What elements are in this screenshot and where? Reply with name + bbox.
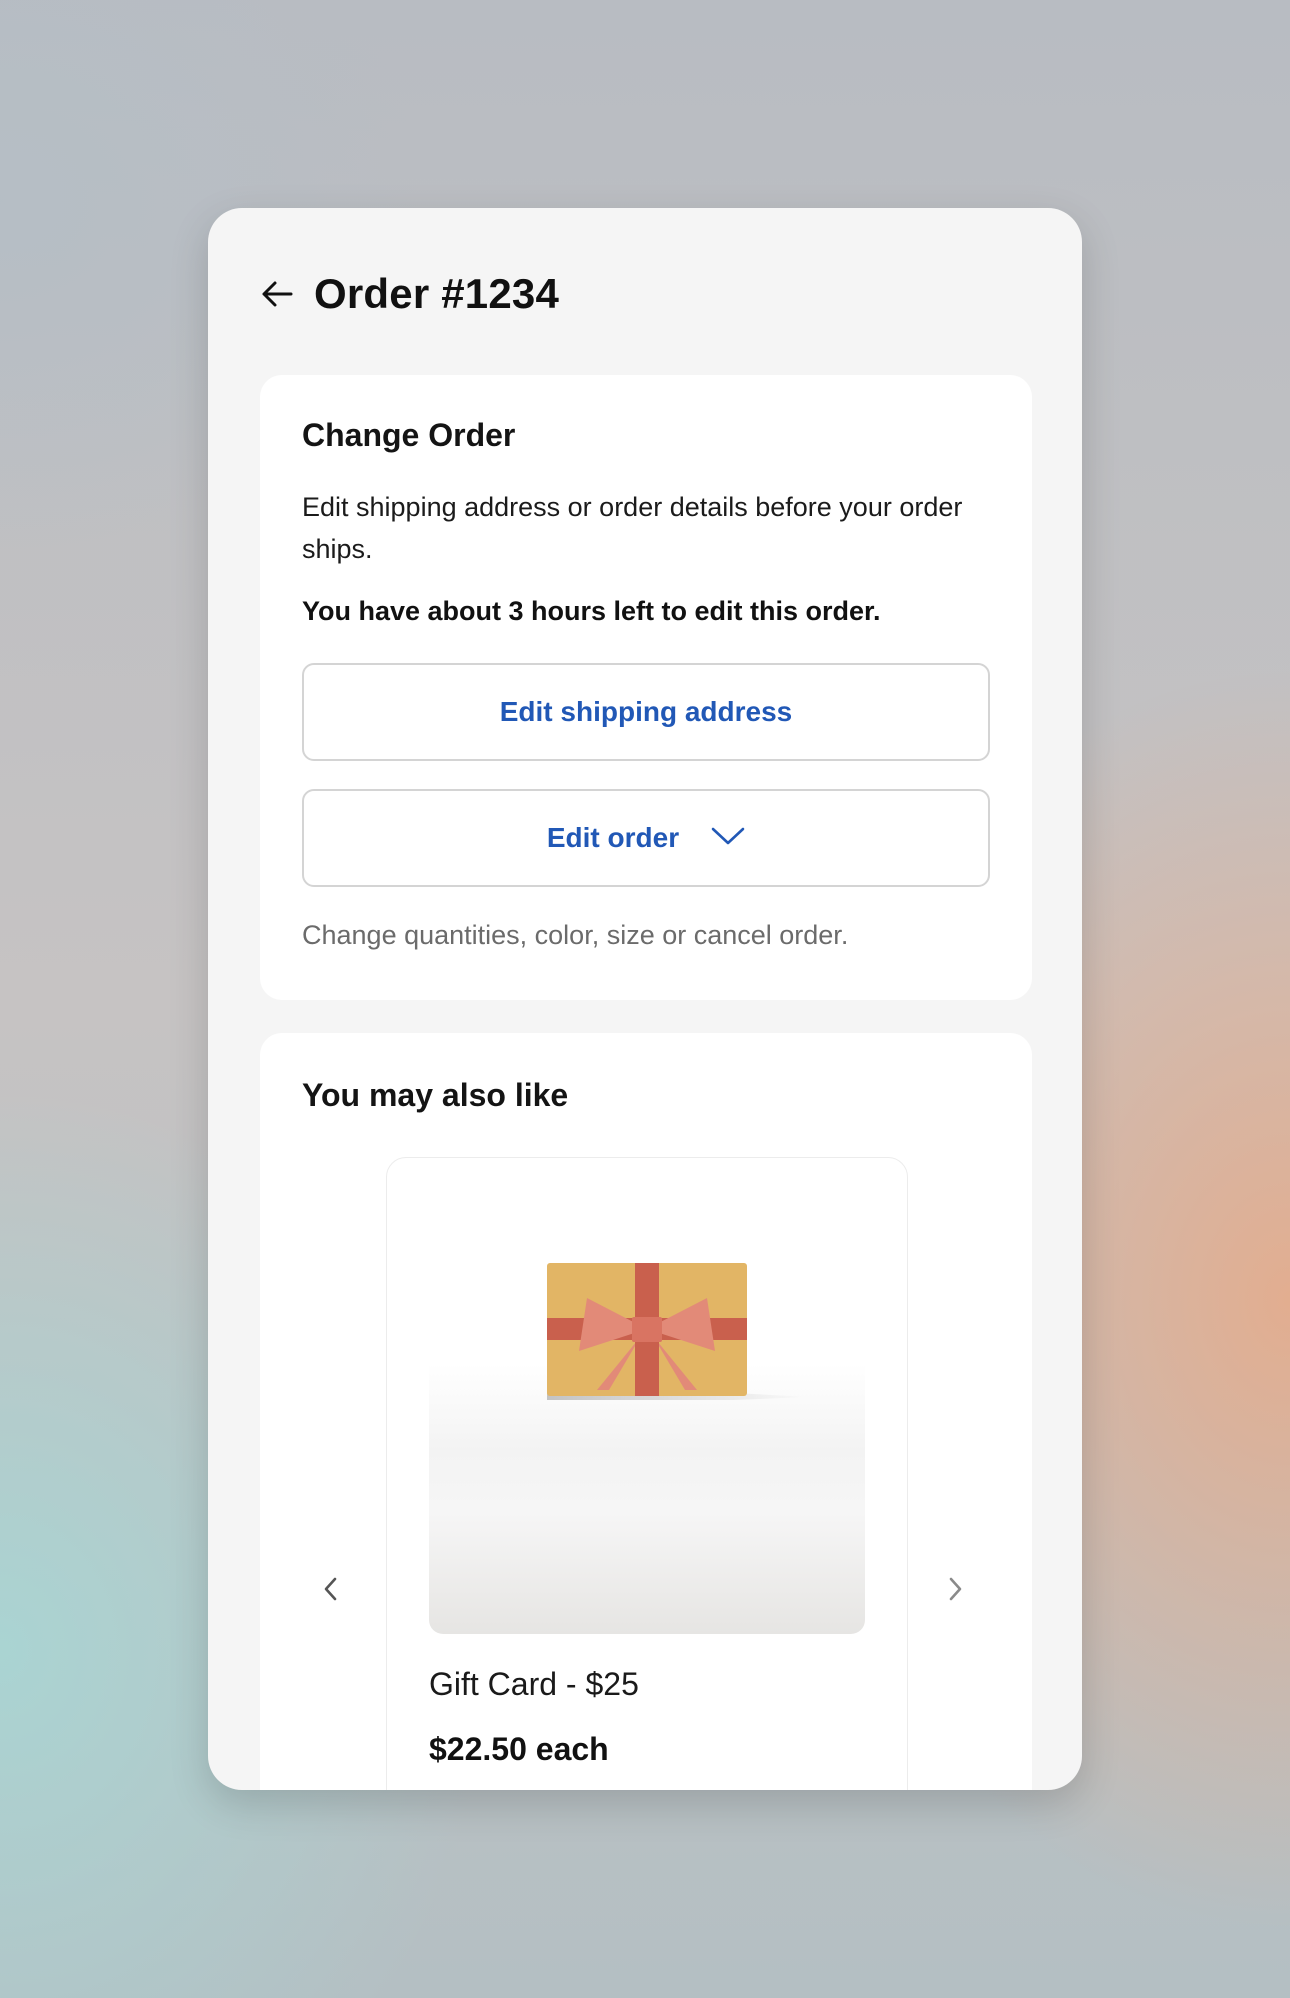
edit-order-hint: Change quantities, color, size or cancel… xyxy=(302,920,849,950)
edit-order-dropdown-button[interactable]: Edit order xyxy=(302,789,990,887)
recommendations-card: You may also like Gift Card - $25 $22.50… xyxy=(260,1033,1032,1790)
page-header: Order #1234 xyxy=(258,262,559,326)
change-order-card: Change Order Edit shipping address or or… xyxy=(260,375,1032,1000)
change-order-description: Edit shipping address or order details b… xyxy=(302,492,963,564)
edit-shipping-address-label: Edit shipping address xyxy=(499,696,793,727)
edit-shipping-address-button[interactable]: Edit shipping address xyxy=(302,663,990,761)
time-remaining-warning: You have about 3 hours left to edit this… xyxy=(302,596,881,626)
gift-card-icon xyxy=(547,1263,809,1400)
product-name[interactable]: Gift Card - $25 xyxy=(429,1666,639,1703)
product-image xyxy=(429,1198,865,1634)
arrow-left-icon[interactable] xyxy=(258,275,296,313)
product-card[interactable]: Gift Card - $25 $22.50 each xyxy=(386,1157,908,1790)
change-order-title: Change Order xyxy=(302,417,516,453)
page-title: Order #1234 xyxy=(314,270,560,317)
chevron-right-icon[interactable] xyxy=(940,1574,970,1604)
order-panel: Order #1234 Change Order Edit shipping a… xyxy=(208,208,1082,1790)
product-price: $22.50 each xyxy=(429,1731,609,1767)
chevron-left-icon[interactable] xyxy=(316,1574,346,1604)
edit-order-label: Edit order xyxy=(546,822,680,853)
chevron-down-icon xyxy=(711,827,745,845)
recommendations-title: You may also like xyxy=(302,1077,569,1113)
